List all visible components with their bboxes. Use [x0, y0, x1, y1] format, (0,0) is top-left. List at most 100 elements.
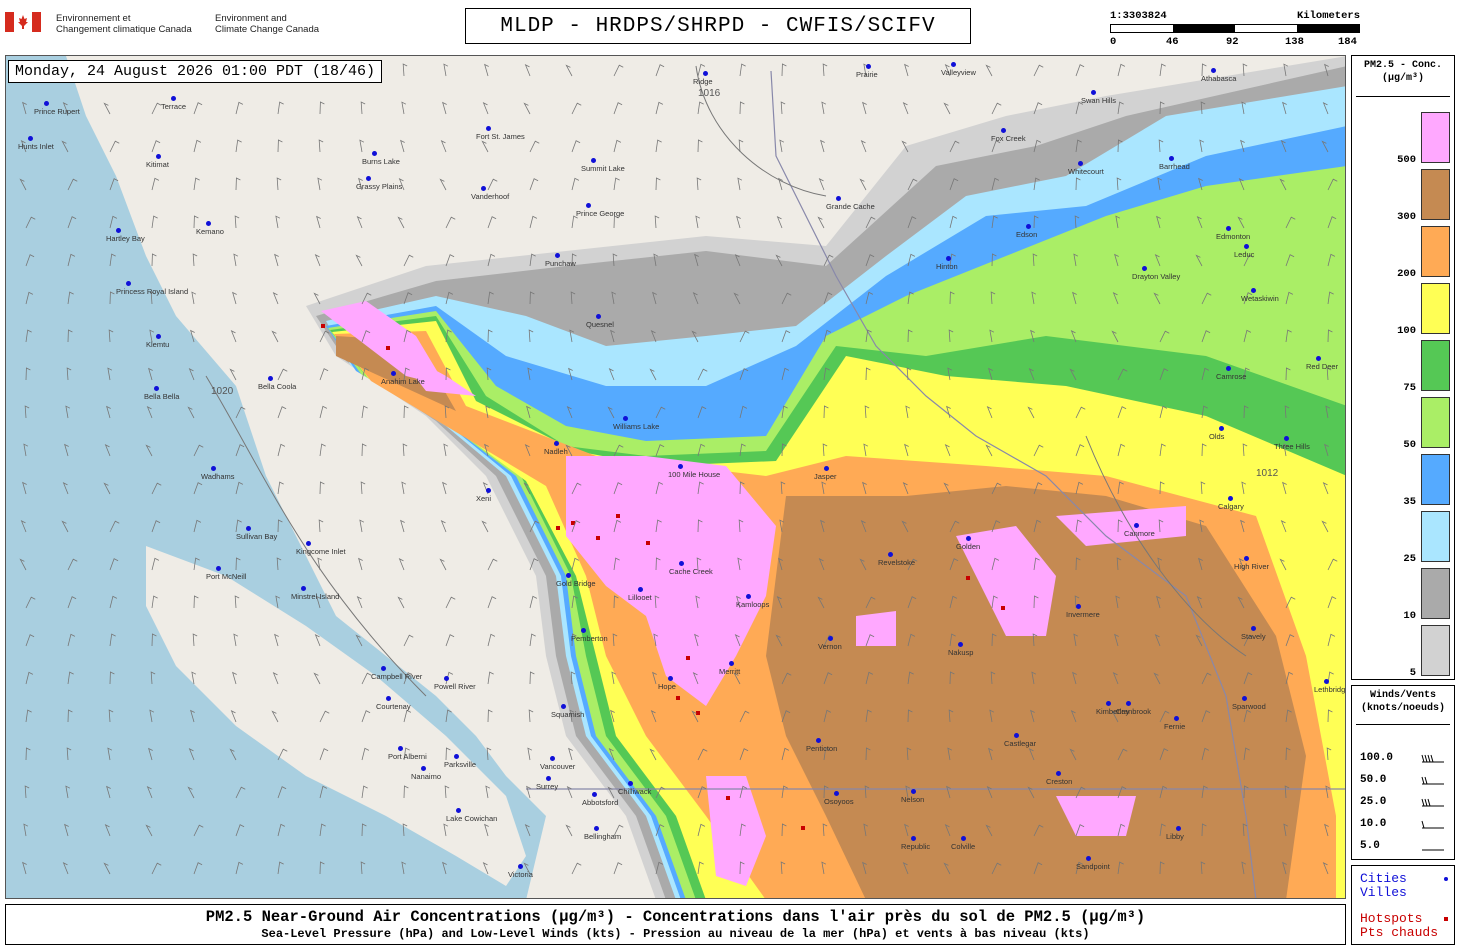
wind-barb [529, 595, 538, 609]
wind-barb [272, 292, 279, 305]
wind-barb [738, 139, 744, 153]
wind-barb [277, 443, 286, 457]
wind-barb [439, 558, 447, 571]
wind-barb [191, 291, 197, 305]
city-label: Minstrel Island [291, 592, 340, 601]
city-marker [1174, 716, 1179, 721]
city-marker [454, 754, 459, 759]
wind-barb [526, 785, 531, 799]
city-marker [668, 676, 673, 681]
city-label: Bella Coola [258, 382, 297, 391]
wind-barb [151, 102, 162, 115]
wind-barb [401, 101, 407, 115]
city-label: Republic [901, 842, 931, 851]
city-label: Williams Lake [613, 422, 660, 431]
city-marker [1086, 856, 1091, 861]
legend-level-label: 50 [1403, 439, 1416, 451]
wind-barb [318, 519, 324, 533]
wind-barb [529, 140, 540, 153]
city-marker [1324, 679, 1329, 684]
city-label: Klemtu [146, 340, 170, 349]
org-name-en: Environment and Climate Change Canada [215, 13, 320, 35]
wind-barb [654, 215, 660, 229]
city-label: Gold Bridge [556, 579, 596, 588]
city-marker [679, 561, 684, 566]
wind-barb [528, 709, 534, 723]
wind-barb [487, 558, 498, 571]
city-label: Nanaimo [411, 772, 442, 781]
city-label: Victoria [508, 870, 533, 879]
city-marker [1026, 224, 1031, 229]
wind-barb [527, 747, 533, 761]
legend-swatch-500 [1421, 112, 1450, 163]
city-label: Kamloops [736, 600, 770, 609]
scale-ratio: 1:3303824 [1110, 10, 1167, 22]
map-canvas[interactable]: 1020 1016 1012 Prince Rupert Terrace Hunts… [5, 55, 1346, 899]
wind-barb [400, 519, 405, 533]
wind-barb [696, 177, 702, 191]
city-marker [866, 64, 871, 69]
wind-barb [151, 215, 158, 229]
wind-barb [440, 140, 447, 153]
canada-flag-icon [5, 12, 41, 32]
city-label: Princess Royal Island [116, 287, 189, 296]
city-marker [550, 756, 555, 761]
legend-swatch-100 [1421, 283, 1450, 334]
city-label: Calgary [1218, 502, 1244, 511]
wind-legend-title: Winds/Vents (knots/noeuds) [1360, 690, 1445, 714]
wind-barb [277, 406, 287, 419]
city-marker [1228, 496, 1233, 501]
city-label: Drayton Valley [1132, 272, 1181, 281]
city-label: Hope [658, 682, 676, 691]
city-marker [1126, 701, 1131, 706]
wind-barb [613, 64, 624, 77]
city-label: Chilliwack [618, 787, 652, 796]
city-marker [594, 826, 599, 831]
city-marker [154, 386, 159, 391]
wind-barb [229, 368, 237, 381]
city-marker [268, 376, 273, 381]
city-label: Quesnel [586, 320, 614, 329]
city-label: Camrose [1216, 372, 1247, 381]
city-marker [1176, 826, 1181, 831]
city-label: Bella Bella [144, 392, 180, 401]
wind-barb [109, 140, 120, 153]
forecast-timestamp: Monday, 24 August 2026 01:00 PDT (18/46) [8, 60, 383, 83]
city-label: Vancouver [540, 762, 576, 771]
city-label: Lethbridge [1314, 685, 1346, 694]
wind-barb [445, 596, 456, 609]
wind-barb [316, 215, 321, 229]
concentration-legend: PM2.5 - Conc. (µg/m³) 500 300 200 100 75 50 35… [1351, 55, 1455, 680]
wind-barb [487, 178, 498, 191]
legend-level-label: 25 [1403, 553, 1416, 565]
city-label: Creston [1046, 777, 1073, 786]
wind-barb [695, 215, 701, 229]
wind-barb [779, 139, 785, 153]
wind-barb [359, 139, 365, 153]
wind-barb [403, 405, 409, 419]
scale-tick: 0 [1110, 36, 1117, 48]
wind-barb [780, 101, 786, 115]
wind-barb [398, 558, 405, 571]
city-marker [211, 466, 216, 471]
city-label: Courtenay [376, 702, 411, 711]
wind-barb-icon [1421, 754, 1444, 763]
wind-barb [529, 215, 538, 229]
city-label: Red Deer [1306, 362, 1339, 371]
wind-barb [274, 253, 279, 267]
city-label: Edmonton [1216, 232, 1251, 241]
wind-legend-row: 50.0 [1360, 774, 1450, 788]
wind-legend: Winds/Vents (knots/noeuds) 100.0 50.0 25.0… [1351, 685, 1455, 860]
wind-barb [317, 557, 323, 571]
legend-level-label: 5 [1409, 667, 1416, 679]
city-marker [1244, 244, 1249, 249]
wind-barb [443, 443, 449, 457]
city-label: Lake Cowichan [446, 814, 498, 823]
city-marker [44, 101, 49, 106]
city-marker [703, 71, 708, 76]
city-marker [301, 586, 306, 591]
wind-barb [235, 177, 241, 191]
city-marker [555, 253, 560, 258]
wind-barb [487, 671, 494, 685]
city-marker [911, 789, 916, 794]
